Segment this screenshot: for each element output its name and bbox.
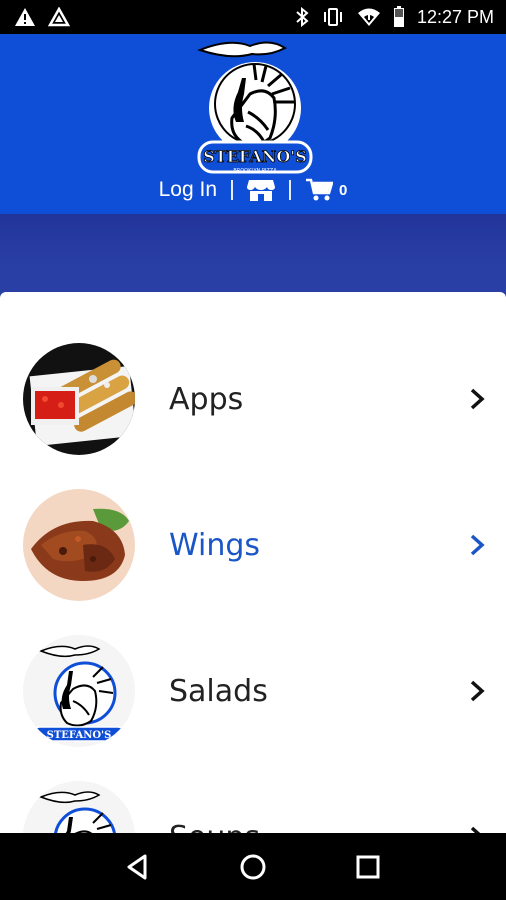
logo-text: STEFANO'S: [203, 147, 307, 166]
chevron-right-icon: [470, 534, 485, 556]
nav-arrow-icon: [48, 7, 70, 27]
menu-item-wings[interactable]: Wings: [0, 472, 506, 618]
chevron-right-icon: [470, 826, 481, 833]
cart-count: 0: [339, 181, 348, 199]
header-nav: Log In 0: [0, 174, 506, 206]
chevron-right-icon: [470, 388, 485, 410]
chevron-right-icon: [470, 680, 485, 702]
warning-icon: [14, 7, 36, 27]
cart-button[interactable]: 0: [305, 178, 347, 202]
wifi-icon: [357, 7, 381, 27]
logo-thumb: [23, 781, 135, 833]
vibrate-icon: [321, 7, 345, 27]
recents-icon[interactable]: [353, 852, 383, 882]
login-link[interactable]: Log In: [159, 178, 217, 202]
store-icon[interactable]: [247, 178, 276, 202]
battery-icon: [393, 6, 405, 28]
apps-photo: [23, 343, 135, 455]
system-nav-bar: [0, 833, 506, 900]
menu-item-label: Salads: [169, 673, 268, 709]
nav-separator: [289, 180, 292, 200]
status-bar: 12:27 PM: [0, 0, 506, 34]
menu-item-label: Wings: [169, 527, 261, 563]
cart-icon: [305, 178, 334, 202]
hero-banner: [0, 214, 506, 304]
app-header: STEFANO'S BROOKLYN PIZZA Log In 0: [0, 34, 506, 214]
logo-thumb: STEFANO'S: [23, 635, 135, 747]
status-time: 12:27 PM: [416, 6, 494, 27]
bluetooth-icon: [295, 7, 309, 27]
home-icon[interactable]: [238, 852, 268, 882]
stefanos-logo[interactable]: STEFANO'S BROOKLYN PIZZA: [190, 38, 320, 180]
menu-card: Apps Wings STEFANO'S Salads: [0, 292, 506, 833]
svg-text:STEFANO'S: STEFANO'S: [47, 730, 112, 741]
menu-item-apps[interactable]: Apps: [0, 326, 506, 472]
menu-item-label: Apps: [169, 381, 244, 417]
menu-item-soups[interactable]: Soups: [0, 764, 506, 833]
status-right: 12:27 PM: [295, 6, 494, 28]
status-left: [14, 7, 70, 27]
menu-item-salads[interactable]: STEFANO'S Salads: [0, 618, 506, 764]
nav-separator: [231, 180, 234, 200]
back-icon[interactable]: [123, 852, 153, 882]
menu-item-label: Soups: [169, 820, 260, 834]
wings-photo: [23, 489, 135, 601]
